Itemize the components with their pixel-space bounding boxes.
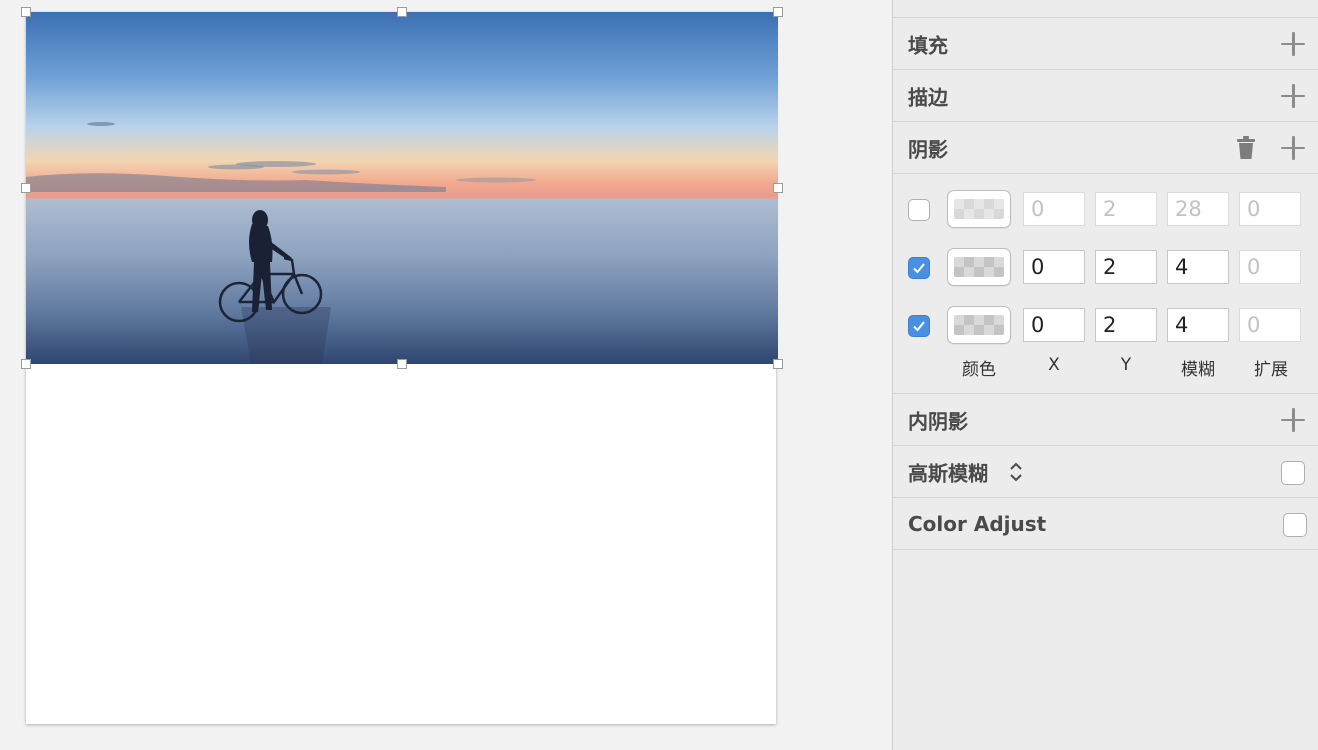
canvas[interactable] <box>0 0 893 750</box>
shadow-1-blur-input[interactable]: 28 <box>1167 192 1229 226</box>
shadow-2-color-checker <box>954 257 1004 277</box>
checkmark-icon <box>913 263 925 274</box>
gaussian-blur-title[interactable]: 高斯模糊 <box>908 457 988 486</box>
shadow-2-color-swatch[interactable] <box>947 248 1011 286</box>
sunset-bicycle-photo <box>26 12 778 364</box>
resize-handle-bottom[interactable] <box>397 359 407 369</box>
shadow-3-blur-input[interactable]: 4 <box>1167 308 1229 342</box>
shadow-2-enable-checkbox[interactable] <box>908 257 930 279</box>
checkmark-icon <box>913 321 925 332</box>
column-label-color: 颜色 <box>962 360 996 380</box>
column-label-x: X <box>1048 355 1060 375</box>
shadow-1-color-checker <box>954 199 1004 219</box>
top-section-divider <box>893 0 1318 18</box>
resize-handle-right[interactable] <box>773 183 783 193</box>
fill-section: 填充 <box>893 18 1318 70</box>
shadows-section-header: 阴影 <box>893 122 1318 174</box>
blur-type-stepper-icon[interactable] <box>1009 461 1023 483</box>
shadow-3-x-input[interactable]: 0 <box>1023 308 1085 342</box>
column-label-blur: 模糊 <box>1181 360 1215 380</box>
shadow-1-y-input[interactable]: 2 <box>1095 192 1157 226</box>
border-title: 描边 <box>908 85 948 109</box>
color-adjust-section: Color Adjust <box>893 498 1318 550</box>
shadow-1-x-input[interactable]: 0 <box>1023 192 1085 226</box>
add-border-button[interactable] <box>1281 83 1305 108</box>
gaussian-blur-enable-checkbox[interactable] <box>1281 461 1305 485</box>
trash-icon <box>1237 135 1255 159</box>
resize-handle-bottom-right[interactable] <box>773 359 783 369</box>
shadow-3-color-swatch[interactable] <box>947 306 1011 344</box>
shadow-2-blur-input[interactable]: 4 <box>1167 250 1229 284</box>
add-fill-button[interactable] <box>1281 31 1305 56</box>
add-shadow-button[interactable] <box>1281 135 1305 160</box>
column-label-spread: 扩展 <box>1254 360 1288 380</box>
color-adjust-enable-checkbox[interactable] <box>1283 513 1307 537</box>
border-section: 描边 <box>893 70 1318 122</box>
inspector-panel: 填充 描边 阴影 0 2 28 0 0 2 4 0 0 2 4 0 颜色 X Y… <box>892 0 1318 750</box>
add-inner-shadow-button[interactable] <box>1281 407 1305 432</box>
shadows-title: 阴影 <box>908 137 948 161</box>
column-label-y: Y <box>1120 355 1132 375</box>
resize-handle-bottom-left[interactable] <box>21 359 31 369</box>
shadow-3-enable-checkbox[interactable] <box>908 315 930 337</box>
shadow-3-color-checker <box>954 315 1004 335</box>
shadows-section-body: 0 2 28 0 0 2 4 0 0 2 4 0 颜色 X Y 模糊 扩展 <box>893 174 1318 394</box>
resize-handle-top-left[interactable] <box>21 7 31 17</box>
inner-shadows-section: 内阴影 <box>893 394 1318 446</box>
shadow-1-spread-input[interactable]: 0 <box>1239 192 1301 226</box>
shadow-1-color-swatch[interactable] <box>947 190 1011 228</box>
shadow-2-spread-input[interactable]: 0 <box>1239 250 1301 284</box>
shadow-1-enable-checkbox[interactable] <box>908 199 930 221</box>
selected-image-layer[interactable] <box>26 12 778 364</box>
resize-handle-top[interactable] <box>397 7 407 17</box>
resize-handle-top-right[interactable] <box>773 7 783 17</box>
shadow-3-spread-input[interactable]: 0 <box>1239 308 1301 342</box>
shadow-2-x-input[interactable]: 0 <box>1023 250 1085 284</box>
inner-shadows-title: 内阴影 <box>908 409 968 433</box>
delete-shadow-button[interactable] <box>1235 135 1257 160</box>
gaussian-blur-section: 高斯模糊 <box>893 446 1318 498</box>
shadow-3-y-input[interactable]: 2 <box>1095 308 1157 342</box>
fill-title: 填充 <box>908 33 948 57</box>
shadow-2-y-input[interactable]: 2 <box>1095 250 1157 284</box>
resize-handle-left[interactable] <box>21 183 31 193</box>
color-adjust-title: Color Adjust <box>908 511 1047 536</box>
